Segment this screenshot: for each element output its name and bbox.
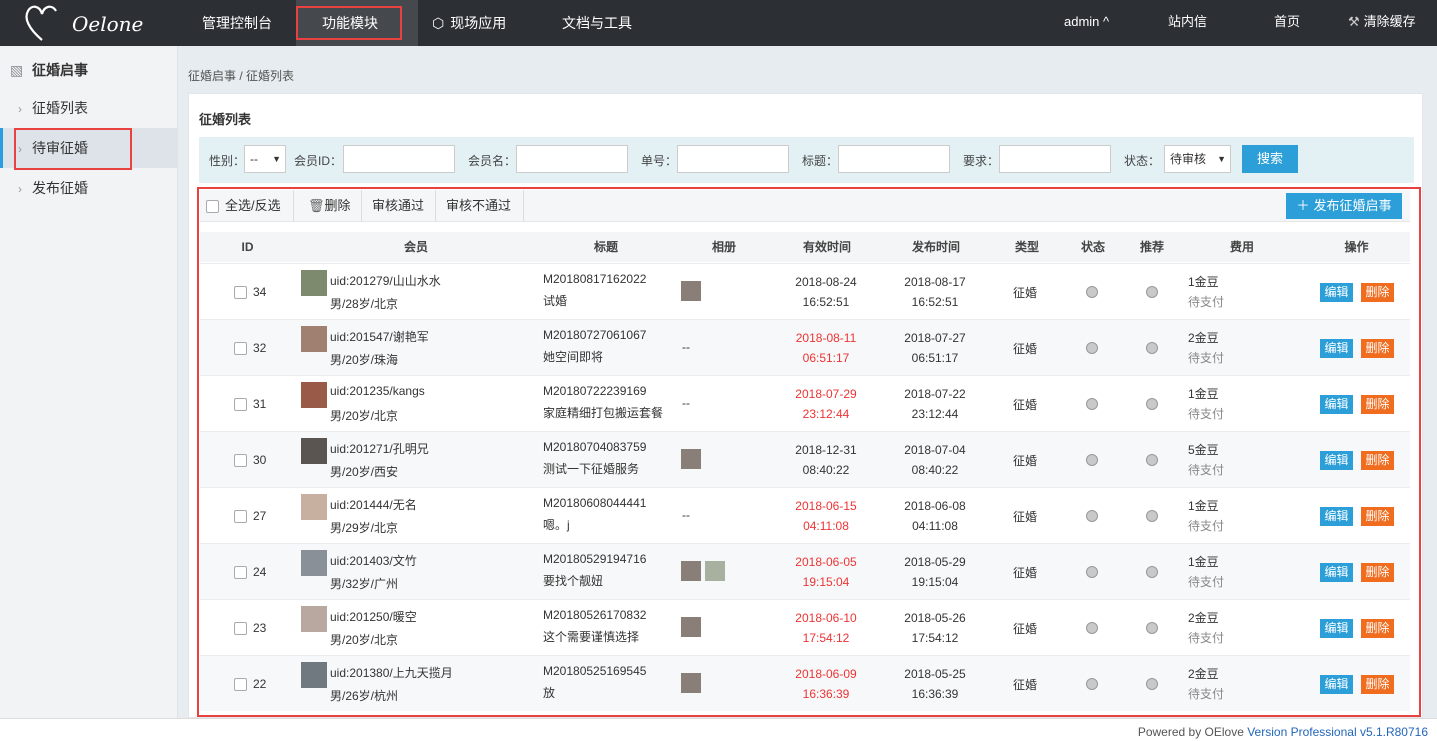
footer-version[interactable]: Version Professional v5.1.R80716 [1247,725,1428,739]
nav-onsite-label: 现场应用 [450,15,507,31]
title-input[interactable] [838,145,950,173]
gender-label: 性别： [209,154,246,168]
status-select-value: 待审核 [1170,152,1207,166]
caret-down-icon: ▼ [1217,154,1226,164]
member-name-label: 会员名： [468,154,517,168]
highlight-box-table [197,187,1421,717]
broom-icon: ⚒ [1348,14,1360,29]
highlight-box-nav [296,6,402,40]
logo[interactable]: Oelone [22,2,143,44]
sidebar-item-label: 征婚列表 [32,100,88,116]
book-icon: ▧ [10,62,24,78]
chevron-right-icon: › [18,182,22,196]
status-label: 状态： [1124,154,1161,168]
nav-docs[interactable]: 文档与工具 [548,0,646,46]
nav-console-label: 管理控制台 [202,15,272,31]
cube-icon: ⬡ [432,15,445,31]
chevron-right-icon: › [18,102,22,116]
sidebar-item-publish[interactable]: › 发布征婚 [0,168,178,208]
member-id-input[interactable] [343,145,455,173]
home-link[interactable]: 首页 [1274,0,1300,44]
member-id-label: 会员ID： [294,154,343,168]
gender-select-value: -- [250,152,258,166]
title-label: 标题： [802,154,839,168]
search-bar: 性别： -- ▼ 会员ID： 会员名： 单号： 标题： 要求： 状态： 待审核 ▼ … [199,137,1414,183]
panel-title: 征婚列表 [199,112,252,127]
nav-onsite[interactable]: ⬡ 现场应用 [418,0,520,46]
order-no-input[interactable] [677,145,789,173]
order-no-label: 单号： [641,154,678,168]
logo-text: Oelone [72,12,144,36]
nav-docs-label: 文档与工具 [562,15,632,31]
messages-link[interactable]: 站内信 [1168,0,1207,44]
footer: Powered by OElove Version Professional v… [0,718,1437,741]
breadcrumb: 征婚启事 / 征婚列表 [188,69,295,83]
clear-cache-link[interactable]: ⚒ 清除缓存 [1348,0,1416,44]
top-navbar: Oelone 管理控制台 功能模块 ⬡ 现场应用 文档与工具 admin ^ 站内… [0,0,1437,46]
user-menu[interactable]: admin ^ [1064,0,1109,44]
gender-select[interactable]: -- ▼ [244,145,286,173]
sidebar-heading: ▧ 征婚启事 [10,60,88,80]
nav-console[interactable]: 管理控制台 [188,0,286,46]
status-select[interactable]: 待审核 ▼ [1164,145,1231,173]
requirement-input[interactable] [999,145,1111,173]
member-name-input[interactable] [516,145,628,173]
sidebar-item-label: 发布征婚 [32,180,88,196]
footer-text: Powered by OElove Version Professional v… [1138,725,1428,739]
footer-powered: Powered by OElove [1137,725,1248,739]
highlight-box-sidebar [14,128,132,170]
heart-logo-icon [25,5,57,41]
caret-down-icon: ▼ [272,154,281,164]
search-button[interactable]: 搜索 [1242,145,1298,173]
sidebar-heading-label: 征婚启事 [32,62,88,78]
clear-cache-label: 清除缓存 [1363,14,1416,29]
sidebar-item-list[interactable]: › 征婚列表 [0,88,178,128]
requirement-label: 要求： [963,154,1000,168]
